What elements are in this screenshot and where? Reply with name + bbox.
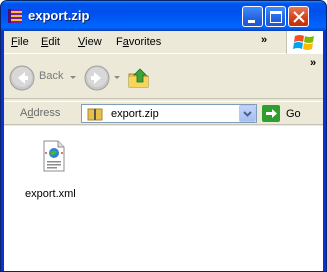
window-frame: File Edit View Favorites » Back » Addres…	[4, 31, 323, 271]
address-dropdown-button[interactable]	[239, 105, 256, 122]
menu-overflow-chevron[interactable]: »	[261, 34, 267, 46]
back-dropdown-icon[interactable]	[70, 76, 76, 79]
back-button[interactable]	[9, 65, 35, 94]
menu-edit[interactable]: Edit	[41, 36, 60, 48]
maximize-button[interactable]	[265, 6, 286, 27]
toolbar: Back »	[4, 55, 323, 99]
go-label[interactable]: Go	[286, 108, 301, 120]
go-arrow-icon	[266, 109, 277, 118]
address-bar: Address export.zip Go	[4, 101, 323, 125]
file-list-pane[interactable]: export.xml	[4, 126, 323, 271]
maximize-icon	[270, 11, 282, 23]
address-label: Address	[20, 107, 61, 119]
menu-file[interactable]: File	[11, 36, 29, 48]
zip-folder-small-icon	[87, 108, 103, 121]
address-field[interactable]: export.zip	[81, 104, 257, 123]
up-folder-icon	[128, 68, 149, 88]
xml-file-icon[interactable]	[42, 140, 66, 172]
minimize-icon	[248, 20, 255, 23]
forward-arrow-icon	[84, 65, 110, 91]
back-arrow-icon	[9, 65, 35, 91]
title-bar[interactable]: export.zip	[1, 1, 326, 31]
menu-bar: File Edit View Favorites »	[4, 31, 323, 54]
up-folder-button[interactable]	[126, 65, 152, 94]
file-name[interactable]: export.xml	[25, 188, 76, 200]
menu-view[interactable]: View	[78, 36, 102, 48]
chevron-down-icon	[243, 111, 252, 117]
go-button[interactable]	[262, 105, 280, 122]
menu-favorites[interactable]: Favorites	[116, 36, 161, 48]
back-label[interactable]: Back	[39, 70, 63, 82]
toolbar-overflow-chevron[interactable]: »	[310, 57, 316, 69]
forward-dropdown-icon[interactable]	[114, 76, 120, 79]
address-value[interactable]: export.zip	[111, 108, 159, 120]
window-title: export.zip	[28, 8, 90, 23]
zip-folder-icon	[7, 8, 23, 24]
close-button[interactable]	[288, 6, 309, 27]
windows-logo	[286, 31, 323, 54]
file-item[interactable]: export.xml	[20, 140, 80, 200]
close-icon	[293, 11, 305, 23]
forward-button[interactable]	[84, 65, 110, 94]
minimize-button[interactable]	[242, 6, 263, 27]
explorer-window: export.zip File Edit View Favorites » Ba…	[0, 0, 327, 272]
